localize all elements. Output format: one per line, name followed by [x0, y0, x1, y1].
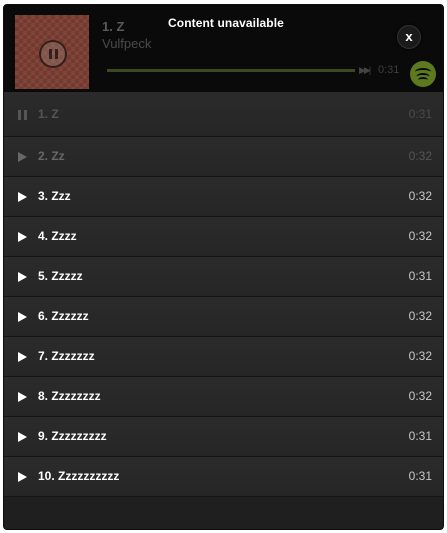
spotify-icon[interactable] [410, 61, 436, 87]
close-button[interactable]: x [397, 25, 421, 49]
track-title: 4. Zzzz [38, 229, 77, 243]
play-icon[interactable] [18, 351, 30, 363]
play-icon[interactable] [18, 151, 30, 163]
track-row[interactable]: 4. Zzzz 0:32 [4, 217, 443, 257]
track-duration: 0:32 [408, 389, 432, 403]
play-icon[interactable] [18, 311, 30, 323]
track-row[interactable]: 1. Z 0:31 [4, 92, 443, 137]
track-duration: 0:31 [408, 107, 432, 121]
track-row[interactable]: 5. Zzzzz 0:31 [4, 257, 443, 297]
track-duration: 0:31 [408, 269, 432, 283]
album-cover[interactable] [15, 15, 89, 89]
track-duration: 0:32 [408, 189, 432, 203]
track-row[interactable]: 10. Zzzzzzzzzz 0:31 [4, 457, 443, 497]
track-title: 1. Z [38, 107, 59, 121]
now-playing-artist[interactable]: Vulfpeck [102, 36, 151, 51]
track-title: 5. Zzzzz [38, 269, 83, 283]
track-list: 1. Z 0:31 2. Zz 0:32 3. Zzz 0:32 4. Zzzz 0:32 5.… [4, 92, 443, 497]
content-unavailable-message: Content unavailable [168, 16, 284, 30]
track-title: 3. Zzz [38, 189, 71, 203]
track-duration: 0:31 [408, 429, 432, 443]
track-row[interactable]: 2. Zz 0:32 [4, 137, 443, 177]
track-row[interactable]: 8. Zzzzzzzz 0:32 [4, 377, 443, 417]
pause-icon[interactable] [18, 109, 30, 121]
pause-icon[interactable] [39, 40, 67, 68]
now-playing-time: 0:31 [378, 64, 400, 76]
now-playing-header: 1. Z Vulfpeck Content unavailable x ▶▶| … [4, 5, 443, 92]
track-title: 9. Zzzzzzzzz [38, 429, 107, 443]
track-duration: 0:32 [408, 309, 432, 323]
track-duration: 0:32 [408, 149, 432, 163]
play-icon[interactable] [18, 191, 30, 203]
now-playing-title: 1. Z [102, 19, 125, 34]
progress-fill [107, 69, 355, 72]
play-icon[interactable] [18, 231, 30, 243]
progress-bar[interactable] [107, 69, 355, 72]
track-duration: 0:32 [408, 349, 432, 363]
play-icon[interactable] [18, 271, 30, 283]
track-row[interactable]: 7. Zzzzzzz 0:32 [4, 337, 443, 377]
track-row[interactable]: 3. Zzz 0:32 [4, 177, 443, 217]
play-icon[interactable] [18, 471, 30, 483]
track-title: 8. Zzzzzzzz [38, 389, 101, 403]
track-duration: 0:31 [408, 469, 432, 483]
track-title: 10. Zzzzzzzzzz [38, 469, 120, 483]
spotify-play-widget: 1. Z Vulfpeck Content unavailable x ▶▶| … [3, 4, 444, 530]
track-row[interactable]: 6. Zzzzzz 0:32 [4, 297, 443, 337]
track-duration: 0:32 [408, 229, 432, 243]
track-row[interactable]: 9. Zzzzzzzzz 0:31 [4, 417, 443, 457]
play-icon[interactable] [18, 391, 30, 403]
track-title: 2. Zz [38, 149, 65, 163]
skip-next-icon[interactable]: ▶▶| [359, 65, 371, 76]
track-title: 7. Zzzzzzz [38, 349, 95, 363]
track-title: 6. Zzzzzz [38, 309, 89, 323]
play-icon[interactable] [18, 431, 30, 443]
